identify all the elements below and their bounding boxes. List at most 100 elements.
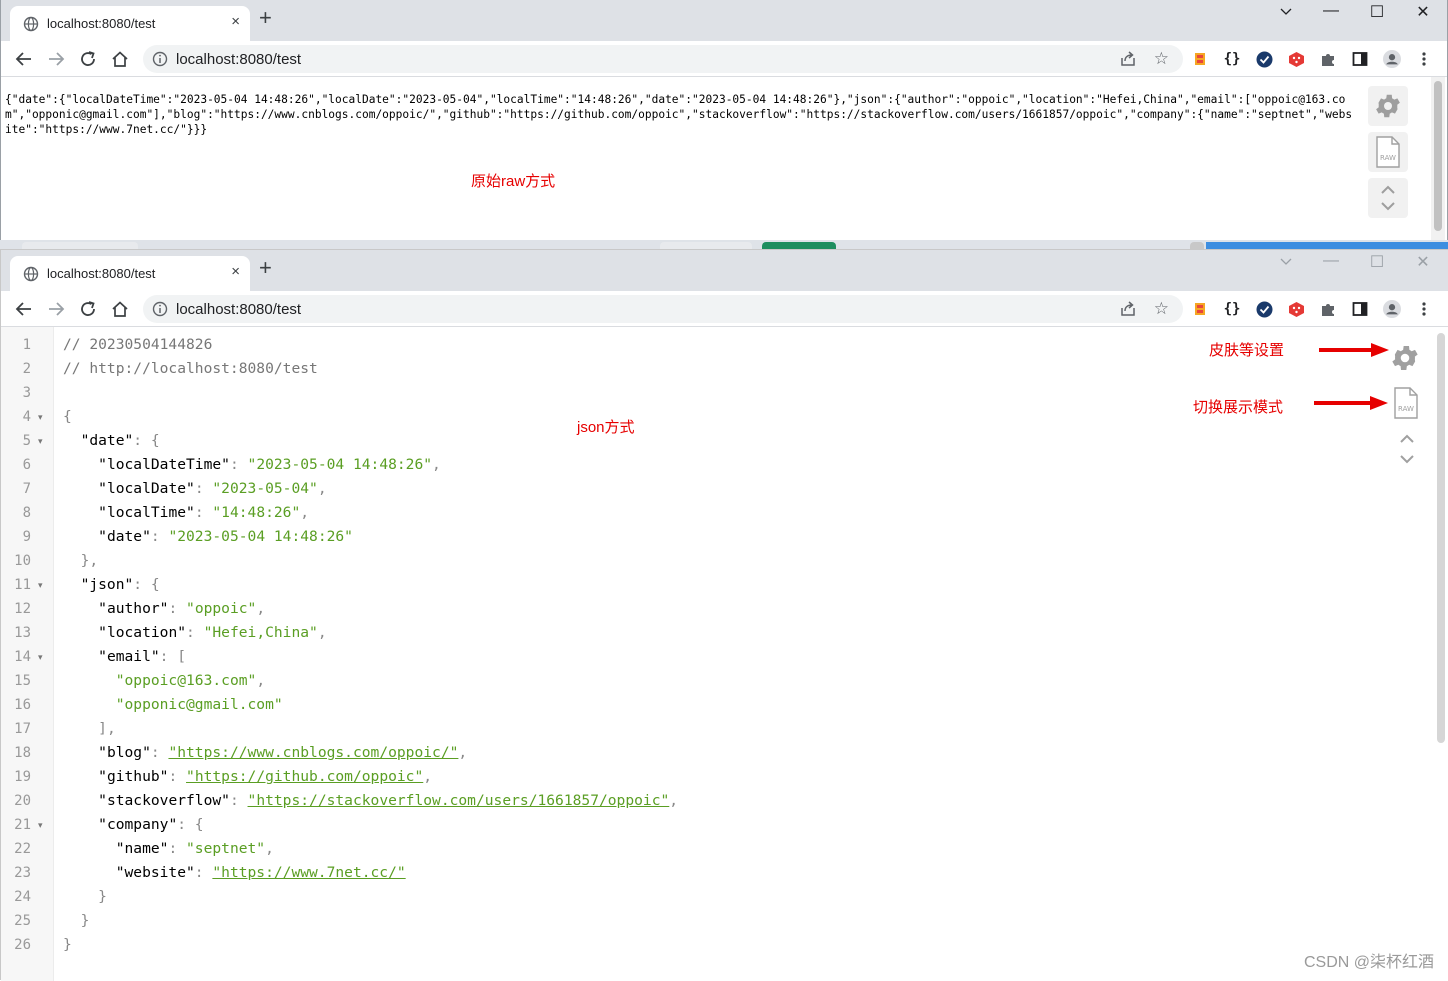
raw-toggle-button[interactable]: RAW	[1393, 387, 1419, 424]
json-key[interactable]: "localDate"	[98, 480, 195, 497]
json-string-value[interactable]: "septnet"	[186, 840, 265, 857]
json-scrollbar[interactable]	[1434, 327, 1448, 747]
info-icon[interactable]	[152, 51, 168, 67]
json-braces-icon[interactable]: {}	[1223, 300, 1241, 318]
address-bar[interactable]: localhost:8080/test ☆	[143, 45, 1183, 73]
json-string-value[interactable]: "oppoic"	[186, 600, 256, 617]
json-scrollbar-thumb[interactable]	[1437, 333, 1445, 743]
new-tab-button[interactable]: +	[259, 7, 272, 29]
profile-icon[interactable]	[1383, 50, 1401, 68]
extension-icon[interactable]	[1191, 50, 1209, 68]
raw-scrollbar[interactable]	[1431, 77, 1445, 242]
fold-toggle-icon[interactable]: ▾	[38, 429, 43, 453]
json-key[interactable]: "website"	[116, 864, 195, 881]
puzzle-icon[interactable]	[1319, 300, 1337, 318]
code-line: "opponic@gmail.com"	[63, 693, 283, 717]
json-key[interactable]: "email"	[98, 648, 160, 665]
tab-close-icon[interactable]: ×	[231, 263, 240, 280]
json-link-value[interactable]: "https://github.com/oppoic"	[186, 768, 423, 785]
json-string-value[interactable]: "2023-05-04 14:48:26"	[168, 528, 353, 545]
reload-icon[interactable]	[77, 48, 99, 70]
address-bar[interactable]: localhost:8080/test ☆	[143, 295, 1183, 323]
minimize-window-button[interactable]: —	[1321, 252, 1341, 270]
extension-icon[interactable]	[1191, 300, 1209, 318]
dice-icon[interactable]	[1287, 300, 1305, 318]
menu-dots-icon[interactable]	[1415, 300, 1433, 318]
profile-icon[interactable]	[1383, 300, 1401, 318]
settings-button[interactable]	[1368, 86, 1408, 126]
back-arrow-icon[interactable]	[13, 48, 35, 70]
json-link-value[interactable]: "https://www.7net.cc/"	[212, 864, 405, 881]
json-key[interactable]: "name"	[116, 840, 169, 857]
star-icon[interactable]: ☆	[1154, 299, 1169, 319]
json-key[interactable]: "localDateTime"	[98, 456, 230, 473]
fold-toggle-icon[interactable]: ▾	[38, 645, 43, 669]
url-text[interactable]: localhost:8080/test	[176, 301, 301, 318]
forward-arrow-icon[interactable]	[45, 48, 67, 70]
close-window-button[interactable]: ✕	[1413, 252, 1433, 272]
menu-dots-icon[interactable]	[1415, 50, 1433, 68]
settings-button[interactable]	[1389, 342, 1421, 379]
reload-icon[interactable]	[77, 298, 99, 320]
info-icon[interactable]	[152, 301, 168, 317]
maximize-button[interactable]: ☐	[1367, 2, 1387, 22]
json-key[interactable]: "date"	[98, 528, 151, 545]
line-number: 14	[14, 649, 31, 665]
json-key[interactable]: "github"	[98, 768, 168, 785]
json-key[interactable]: "date"	[81, 432, 134, 449]
json-link-value[interactable]: "https://stackoverflow.com/users/1661857…	[248, 792, 670, 809]
json-key[interactable]: "localTime"	[98, 504, 195, 521]
star-icon[interactable]: ☆	[1154, 49, 1169, 69]
browser-tab[interactable]: localhost:8080/test ×	[10, 256, 250, 291]
json-key[interactable]: "location"	[98, 624, 186, 641]
puzzle-icon[interactable]	[1319, 50, 1337, 68]
json-string-value[interactable]: "2023-05-04"	[212, 480, 317, 497]
json-string-value[interactable]: "Hefei,China"	[204, 624, 318, 641]
close-window-button[interactable]: ✕	[1413, 2, 1433, 22]
json-link-value[interactable]: "https://www.cnblogs.com/oppoic/"	[168, 744, 458, 761]
collapse-expand-button[interactable]	[1368, 178, 1408, 218]
dice-icon[interactable]	[1287, 50, 1305, 68]
tab-close-icon[interactable]: ×	[231, 13, 240, 30]
fold-toggle-icon[interactable]: ▾	[38, 573, 43, 597]
fold-toggle-icon[interactable]: ▾	[38, 813, 43, 837]
home-icon[interactable]	[109, 48, 131, 70]
json-key[interactable]: "json"	[81, 576, 134, 593]
sidebar-icon[interactable]	[1351, 50, 1369, 68]
minimize-button[interactable]	[1276, 4, 1296, 23]
line-number: 16	[14, 697, 31, 713]
line-number: 24	[14, 889, 31, 905]
raw-mode-annotation: 原始raw方式	[471, 173, 556, 190]
raw-toggle-button[interactable]: RAW	[1368, 132, 1408, 172]
home-icon[interactable]	[109, 298, 131, 320]
code-line: "github": "https://github.com/oppoic",	[98, 768, 433, 785]
browser-tab[interactable]: localhost:8080/test ×	[10, 6, 250, 41]
json-string-value[interactable]: "2023-05-04 14:48:26"	[248, 456, 433, 473]
json-key[interactable]: "author"	[98, 600, 168, 617]
json-key[interactable]: "stackoverflow"	[98, 792, 230, 809]
json-string-value[interactable]: "opponic@gmail.com"	[116, 696, 283, 713]
check-shield-icon[interactable]	[1255, 300, 1273, 318]
minimize-button[interactable]	[1276, 254, 1296, 273]
code-line: "email": [	[98, 648, 187, 665]
share-icon[interactable]	[1119, 300, 1137, 318]
code-line: "localDate": "2023-05-04",	[98, 480, 327, 497]
check-shield-icon[interactable]	[1255, 50, 1273, 68]
raw-icon-label: RAW	[1380, 154, 1396, 162]
back-arrow-icon[interactable]	[13, 298, 35, 320]
fold-toggle-icon[interactable]: ▾	[38, 405, 43, 429]
new-tab-button[interactable]: +	[259, 257, 272, 279]
minimize-window-button[interactable]: —	[1321, 2, 1341, 20]
raw-scrollbar-thumb[interactable]	[1434, 81, 1442, 231]
sidebar-icon[interactable]	[1351, 300, 1369, 318]
json-braces-icon[interactable]: {}	[1223, 50, 1241, 68]
json-key[interactable]: "company"	[98, 816, 177, 833]
url-text[interactable]: localhost:8080/test	[176, 51, 301, 68]
maximize-button[interactable]: ☐	[1367, 252, 1387, 272]
json-string-value[interactable]: "14:48:26"	[212, 504, 300, 521]
json-string-value[interactable]: "oppoic@163.com"	[116, 672, 257, 689]
json-key[interactable]: "blog"	[98, 744, 151, 761]
share-icon[interactable]	[1119, 50, 1137, 68]
collapse-expand-button[interactable]	[1397, 432, 1417, 471]
forward-arrow-icon[interactable]	[45, 298, 67, 320]
